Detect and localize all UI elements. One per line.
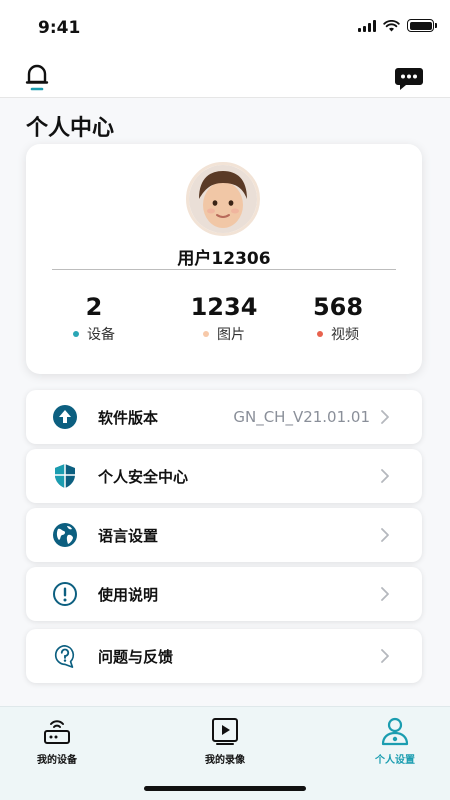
question-bubble-icon	[52, 643, 78, 669]
globe-icon	[52, 522, 78, 548]
stat-dot	[73, 331, 79, 337]
router-icon	[44, 720, 70, 744]
stat-images[interactable]: 1234 图片	[164, 292, 284, 344]
avatar[interactable]	[186, 162, 260, 236]
menu-item-software-version[interactable]: 软件版本 GN_CH_V21.01.01	[26, 390, 422, 444]
menu-item-user-guide[interactable]: 使用说明	[26, 567, 422, 621]
menu-item-label: 语言设置	[98, 526, 159, 545]
menu-item-feedback[interactable]: 问题与反馈	[26, 629, 422, 683]
bell-icon[interactable]	[24, 62, 50, 92]
stat-value: 1234	[190, 293, 258, 321]
upload-circle-icon	[52, 404, 78, 430]
stat-label: 设备	[87, 327, 115, 343]
video-player-icon	[212, 718, 238, 745]
top-bar	[0, 56, 450, 98]
menu-item-label: 使用说明	[98, 585, 159, 604]
stat-devices[interactable]: 2 设备	[34, 292, 154, 344]
username: 用户12306	[177, 249, 271, 269]
chevron-right-icon	[381, 410, 389, 424]
tab-label: 我的设备	[37, 755, 77, 766]
tab-label: 我的录像	[205, 755, 245, 766]
avatar-image	[189, 165, 257, 233]
tab-personal-settings[interactable]: 个人设置	[350, 715, 440, 766]
divider	[52, 269, 396, 270]
stat-label: 视频	[331, 327, 359, 343]
chevron-right-icon	[381, 649, 389, 663]
stat-value: 568	[312, 293, 364, 321]
chat-icon[interactable]	[394, 66, 424, 92]
battery-icon	[407, 19, 437, 32]
tab-my-recordings[interactable]: 我的录像	[180, 715, 270, 766]
stat-label: 图片	[217, 327, 245, 343]
chevron-right-icon	[381, 587, 389, 601]
menu-item-label: 问题与反馈	[98, 647, 174, 666]
info-circle-icon	[52, 581, 78, 607]
stat-dot	[203, 331, 209, 337]
stat-dot	[317, 331, 323, 337]
status-time: 9:41	[38, 18, 81, 38]
user-icon	[381, 717, 409, 746]
page-title: 个人中心	[26, 116, 115, 141]
status-icons	[358, 19, 437, 32]
menu-item-label: 软件版本	[98, 408, 159, 427]
tab-label: 个人设置	[375, 755, 415, 766]
chevron-right-icon	[381, 469, 389, 483]
tab-my-devices[interactable]: 我的设备	[12, 715, 102, 766]
menu-item-language-settings[interactable]: 语言设置	[26, 508, 422, 562]
wifi-icon	[383, 19, 400, 31]
shield-icon	[52, 463, 78, 489]
stat-value: 2	[85, 293, 103, 321]
stat-videos[interactable]: 568 视频	[278, 292, 398, 344]
profile-card: 用户12306 2 设备 1234 图片 568 视频	[26, 144, 422, 374]
menu-item-label: 个人安全中心	[98, 467, 189, 486]
status-bar: 9:41	[0, 0, 450, 56]
chevron-right-icon	[381, 528, 389, 542]
version-value: GN_CH_V21.01.01	[233, 408, 370, 426]
menu-item-security-center[interactable]: 个人安全中心	[26, 449, 422, 503]
home-indicator	[144, 786, 306, 791]
cellular-signal-icon	[358, 19, 376, 32]
